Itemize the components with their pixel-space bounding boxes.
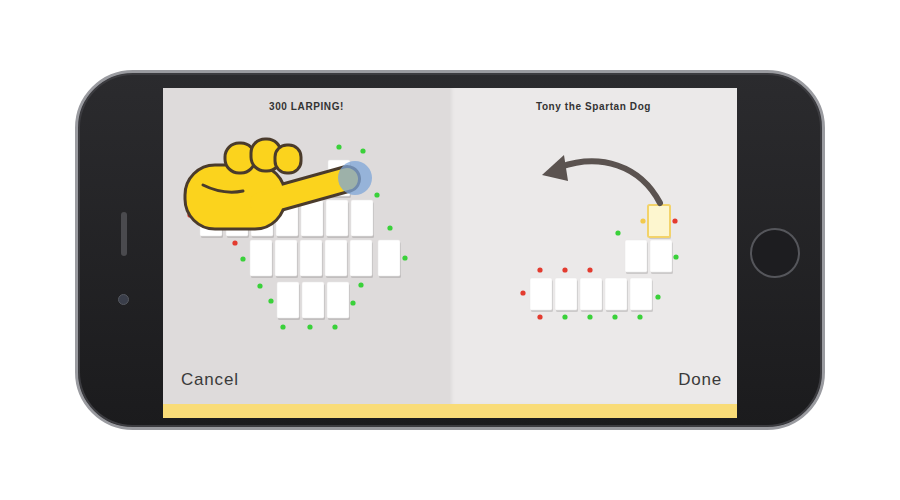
connector-dot	[655, 294, 660, 299]
panel-title: 300 LARPING!	[163, 88, 450, 125]
bottom-bar	[163, 404, 737, 418]
connector-dot	[537, 314, 542, 319]
connector-dot	[637, 314, 642, 319]
panel: Tony the Spartan Dog Done	[450, 88, 737, 404]
puzzle-canvas[interactable]	[450, 125, 737, 355]
card[interactable]	[327, 282, 350, 320]
panel-footer: Done	[450, 355, 737, 404]
connector-dot	[332, 324, 337, 329]
touch-point	[338, 161, 372, 195]
connector-dot	[673, 254, 678, 259]
done-button[interactable]: Done	[678, 368, 722, 392]
card[interactable]	[326, 200, 349, 238]
card[interactable]	[275, 240, 298, 278]
connector-dot	[360, 148, 365, 153]
connector-dot	[672, 218, 677, 223]
connector-dot	[268, 298, 273, 303]
connector-dot	[336, 144, 341, 149]
connector-dot	[387, 225, 392, 230]
card[interactable]	[648, 205, 671, 239]
screen: 300 LARPING! Cancel Tony the Spartan Dog Do…	[163, 88, 737, 418]
card[interactable]	[378, 240, 401, 278]
phone: 300 LARPING! Cancel Tony the Spartan Dog Do…	[75, 70, 825, 430]
card[interactable]	[580, 278, 603, 312]
connector-dot	[615, 230, 620, 235]
page: 300 LARPING! Cancel Tony the Spartan Dog Do…	[0, 0, 900, 500]
connector-dot	[562, 314, 567, 319]
connector-dot	[350, 300, 355, 305]
card[interactable]	[302, 282, 325, 320]
connector-dot	[374, 192, 379, 197]
phone-bezel	[78, 88, 163, 418]
connector-dot	[537, 267, 542, 272]
phone-bezel	[737, 88, 822, 418]
home-button[interactable]	[750, 228, 800, 278]
connector-dot	[232, 240, 237, 245]
connector-dot	[402, 255, 407, 260]
connector-dot	[640, 218, 645, 223]
connector-dot	[587, 314, 592, 319]
card[interactable]	[555, 278, 578, 312]
panel-footer: Cancel	[163, 355, 450, 404]
connector-dot	[240, 256, 245, 261]
connector-dot	[280, 324, 285, 329]
camera-icon	[118, 294, 129, 305]
card[interactable]	[630, 278, 653, 312]
connector-dot	[520, 290, 525, 295]
card[interactable]	[351, 200, 374, 238]
connector-dot	[257, 283, 262, 288]
panels-row: 300 LARPING! Cancel Tony the Spartan Dog Do…	[163, 88, 737, 404]
card[interactable]	[650, 240, 673, 274]
card[interactable]	[530, 278, 553, 312]
connector-dot	[358, 282, 363, 287]
card[interactable]	[325, 240, 348, 278]
puzzle-canvas[interactable]	[163, 125, 450, 355]
connector-dot	[562, 267, 567, 272]
cancel-button[interactable]: Cancel	[181, 368, 239, 392]
pointing-hand-icon	[185, 139, 347, 229]
connector-dot	[612, 314, 617, 319]
card[interactable]	[300, 240, 323, 278]
card[interactable]	[350, 240, 373, 278]
drag-arrow-icon	[542, 155, 660, 203]
card[interactable]	[277, 282, 300, 320]
panel: 300 LARPING! Cancel	[163, 88, 450, 404]
card[interactable]	[250, 240, 273, 278]
panel-title: Tony the Spartan Dog	[450, 88, 737, 125]
speaker-icon	[121, 212, 127, 256]
card[interactable]	[301, 200, 324, 238]
card[interactable]	[625, 240, 648, 274]
card[interactable]	[605, 278, 628, 312]
connector-dot	[307, 324, 312, 329]
connector-dot	[587, 267, 592, 272]
